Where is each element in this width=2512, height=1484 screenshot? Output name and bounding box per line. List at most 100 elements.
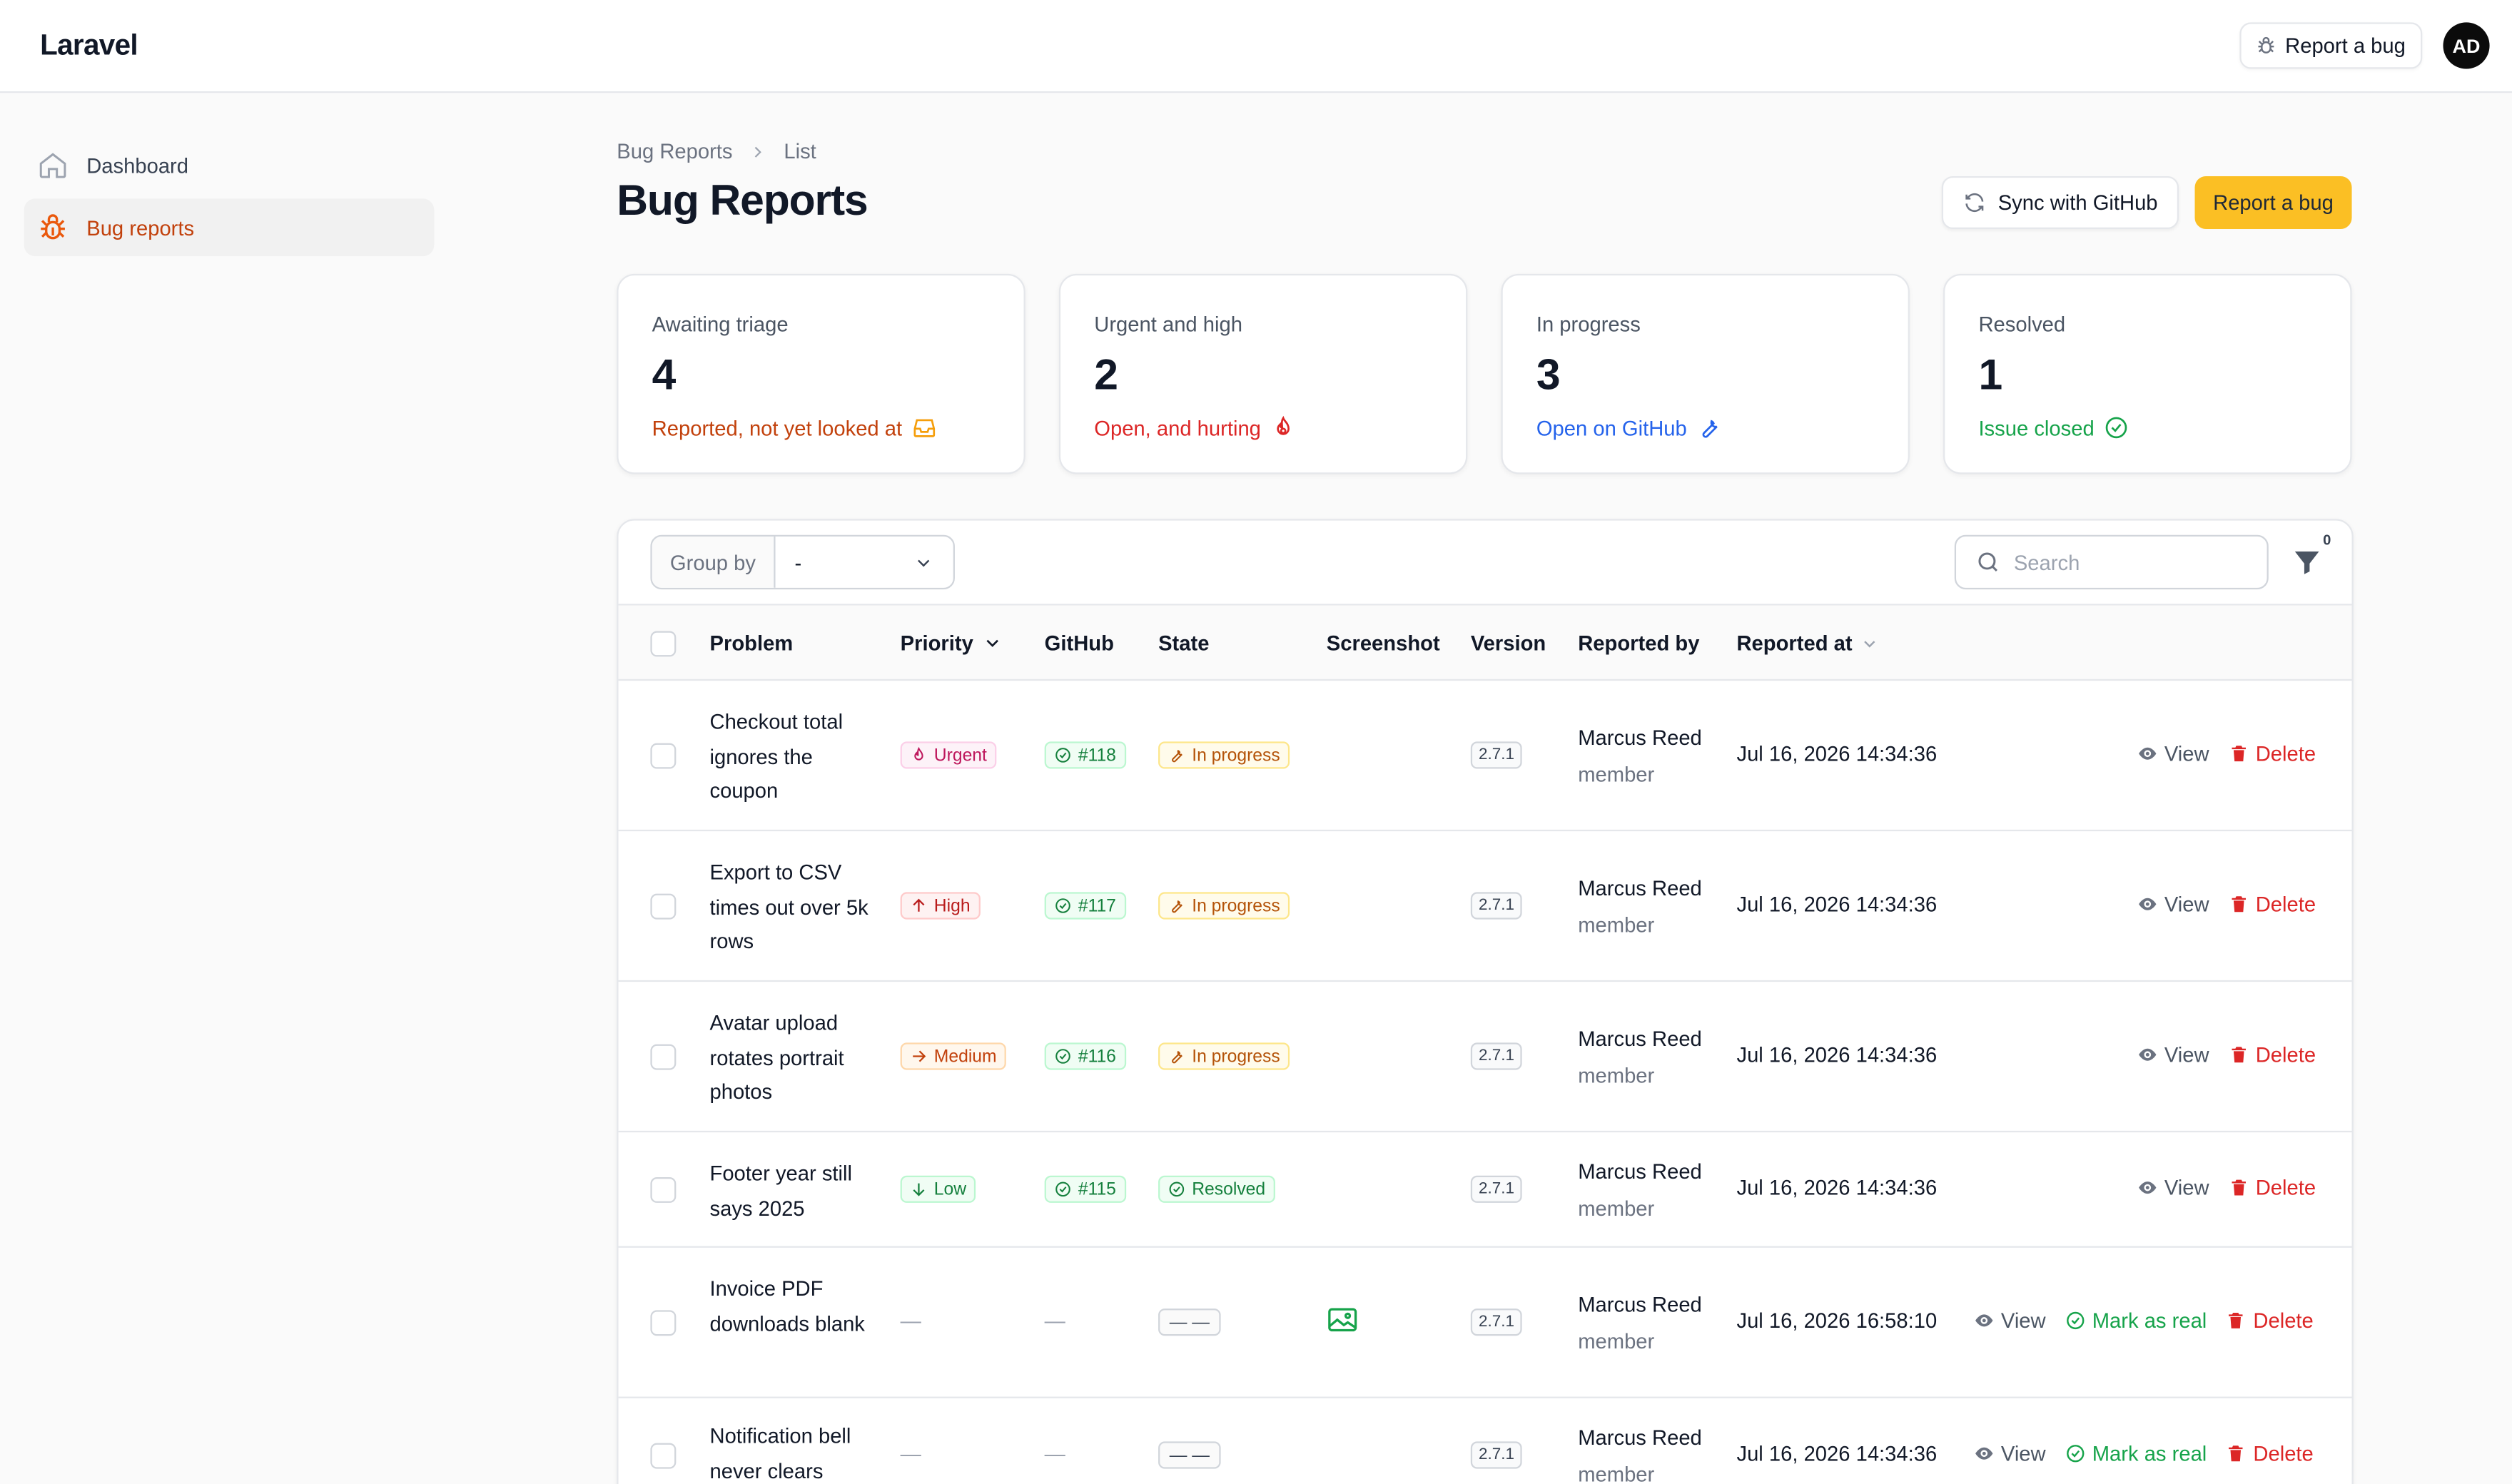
chevron-down-icon (918, 559, 930, 566)
refresh-icon (1965, 193, 1984, 213)
delete-label: Delete (2255, 1175, 2316, 1200)
priority-badge: Medium (900, 1042, 1007, 1070)
wrench-icon (1702, 420, 1718, 438)
github-issue-badge[interactable]: #117 (1044, 892, 1126, 920)
view-button[interactable]: View (1974, 1441, 2046, 1465)
select-all-checkbox[interactable] (650, 630, 677, 656)
priority-label: Low (933, 1179, 967, 1199)
search-input[interactable] (2013, 550, 2239, 574)
github-issue-badge[interactable]: #116 (1044, 1042, 1126, 1070)
state-badge: Resolved (1158, 1175, 1275, 1203)
delete-button[interactable]: Delete (2229, 1042, 2316, 1067)
reported-by-cell: Marcus Reed member (1578, 1153, 1702, 1226)
reporter-name: Marcus Reed (1578, 875, 1702, 900)
github-issue-badge[interactable]: #118 (1044, 741, 1126, 769)
table-row[interactable]: Export to CSV times out over 5k rows Hig… (618, 831, 2352, 982)
table-row[interactable]: Avatar upload rotates portrait photos Me… (618, 982, 2352, 1133)
row-checkbox[interactable] (650, 1443, 677, 1469)
delete-button[interactable]: Delete (2226, 1441, 2314, 1465)
breadcrumb-current: List (784, 139, 816, 163)
report-bug-button[interactable]: Report a bug (2194, 176, 2352, 230)
stat-description: Issue closed (1978, 415, 2129, 440)
table-row[interactable]: Checkout total ignores the coupon Urgent… (618, 681, 2352, 832)
row-checkbox[interactable] (650, 743, 677, 769)
trash-icon (2232, 746, 2246, 762)
table-row[interactable]: Footer year still says 2025 Low #115 Res… (618, 1132, 2352, 1248)
view-button[interactable]: View (2137, 1176, 2209, 1199)
column-reported-at[interactable]: Reported at (1736, 606, 1879, 681)
problem-cell: Notification bell never clears (709, 1423, 851, 1483)
breadcrumb-parent[interactable]: Bug Reports (617, 139, 732, 163)
row-checkbox[interactable] (650, 1044, 677, 1070)
mark-as-real-button[interactable]: Mark as real (2065, 1308, 2207, 1333)
arrow-down-icon (913, 1183, 925, 1196)
row-checkbox[interactable] (650, 893, 677, 920)
sync-github-label: Sync with GitHub (1997, 190, 2158, 215)
arrow-right-icon (913, 1050, 926, 1062)
mark-as-real-button[interactable]: Mark as real (2065, 1441, 2207, 1465)
github-cell: #116 (1044, 1042, 1126, 1070)
view-button[interactable]: View (2137, 892, 2209, 916)
home-icon (39, 153, 66, 178)
trash-icon (2229, 1312, 2244, 1328)
topbar-report-bug-button[interactable]: Report a bug (2239, 22, 2423, 69)
view-label: View (2000, 1441, 2046, 1466)
view-button[interactable]: View (2137, 1042, 2209, 1067)
problem-cell: Checkout total ignores the coupon (709, 709, 844, 803)
column-priority-label: Priority (900, 631, 973, 656)
user-avatar[interactable]: AD (2443, 22, 2490, 69)
eye-icon (1975, 1447, 1993, 1460)
check-circle-icon (1055, 1181, 1070, 1197)
stat-label: In progress (1536, 312, 1641, 337)
reported-by-cell: Marcus Reed member (1578, 1020, 1702, 1094)
reported-by-cell: Marcus Reed member (1578, 1286, 1702, 1360)
column-github: GitHub (1044, 631, 1114, 656)
github-cell: #118 (1044, 741, 1126, 769)
eye-icon (2139, 1048, 2157, 1061)
reporter-name: Marcus Reed (1578, 1425, 1702, 1450)
delete-button[interactable]: Delete (2229, 1175, 2316, 1200)
row-checkbox-cell (650, 1310, 677, 1336)
state-badge: In progress (1158, 892, 1290, 920)
delete-button[interactable]: Delete (2229, 892, 2316, 916)
row-checkbox[interactable] (650, 1177, 677, 1203)
github-issue-badge[interactable]: #115 (1044, 1175, 1126, 1203)
table-row[interactable]: Invoice PDF downloads blank — — — — 2.7.… (618, 1248, 2352, 1398)
stat-card-urgent-high: Urgent and high 2 Open, and hurting (1058, 273, 1468, 474)
delete-button[interactable]: Delete (2226, 1308, 2314, 1333)
priority-badge: Urgent (900, 741, 997, 769)
column-priority[interactable]: Priority (901, 606, 1003, 681)
group-by-value: - (794, 550, 802, 574)
delete-button[interactable]: Delete (2229, 741, 2316, 766)
reported-by-cell: Marcus Reed member (1578, 870, 1702, 943)
sidebar-item-label: Dashboard (86, 153, 189, 178)
row-checkbox[interactable] (650, 1310, 677, 1336)
table-row[interactable]: Notification bell never clears — — — — 2… (619, 1398, 2352, 1484)
reported-at-cell: Jul 16, 2026 16:58:10 (1736, 1308, 1938, 1333)
priority-cell: High (900, 892, 981, 920)
search-field[interactable] (1954, 534, 2269, 590)
github-cell: — (1044, 1441, 1065, 1466)
version-cell: 2.7.1 (1470, 1042, 1523, 1070)
reported-by-cell: Marcus Reed member (1578, 1419, 1702, 1484)
filter-icon[interactable] (2291, 547, 2323, 579)
sync-github-button[interactable]: Sync with GitHub (1941, 176, 2179, 230)
image-icon[interactable] (1327, 1306, 1359, 1334)
state-label: Resolved (1192, 1179, 1266, 1199)
group-by-label: Group by (652, 537, 776, 588)
priority-cell: Medium (900, 1042, 1007, 1070)
view-button[interactable]: View (2137, 741, 2209, 766)
sidebar-item-bug-reports[interactable]: Bug reports (24, 198, 435, 257)
delete-label: Delete (2253, 1308, 2314, 1333)
state-cell: — — (1158, 1441, 1221, 1469)
group-by-dropdown[interactable]: - (776, 537, 953, 588)
view-button[interactable]: View (1974, 1308, 2046, 1333)
row-checkbox-cell (650, 1177, 677, 1203)
sidebar-item-dashboard[interactable]: Dashboard (24, 136, 435, 194)
stat-card-resolved: Resolved 1 Issue closed (1943, 273, 2352, 474)
wrench-icon (1172, 749, 1182, 763)
brand-logo[interactable]: Laravel (40, 29, 138, 62)
group-by-select[interactable]: Group by - (650, 534, 955, 590)
fire-icon (914, 746, 923, 761)
github-issue-label: #116 (1078, 1047, 1116, 1066)
